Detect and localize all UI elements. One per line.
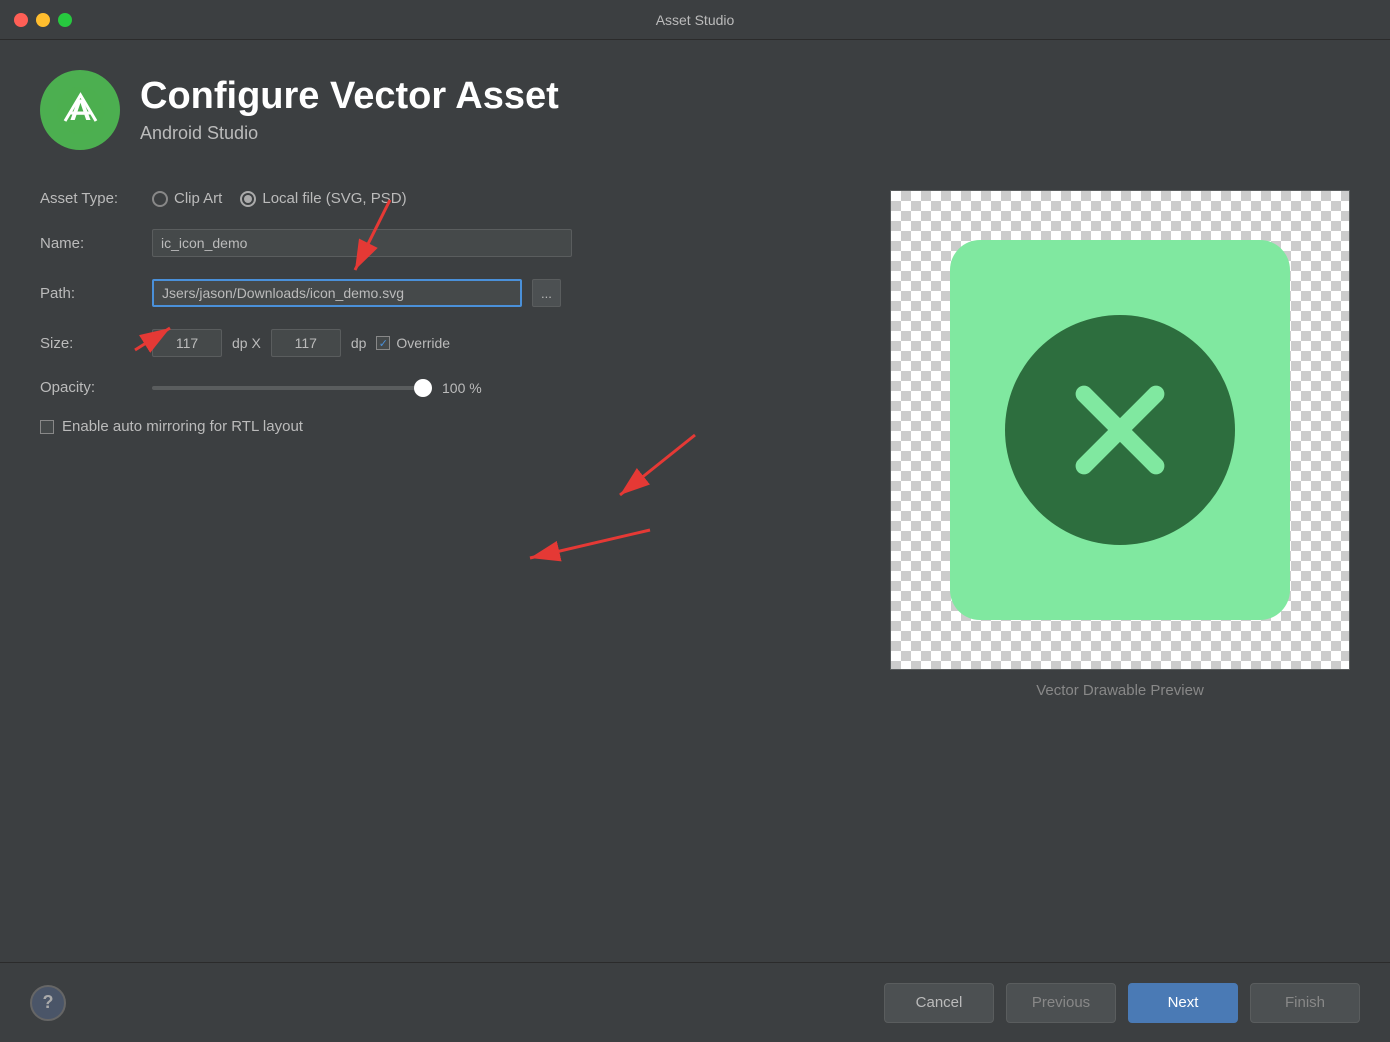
override-checkbox[interactable] [376, 336, 390, 350]
footer: ? Cancel Previous Next Finish [0, 962, 1390, 1042]
name-controls [152, 229, 850, 257]
preview-section: Vector Drawable Preview [890, 190, 1350, 699]
path-row: Path: ... [40, 279, 850, 307]
radio-local-file-circle [240, 191, 256, 207]
size-label: Size: [40, 335, 140, 352]
logo-icon: A [53, 83, 108, 138]
header-text: Configure Vector Asset Android Studio [140, 76, 559, 145]
preview-circle [1005, 315, 1235, 545]
finish-button[interactable]: Finish [1250, 983, 1360, 1023]
preview-inner [950, 240, 1290, 620]
preview-box [890, 190, 1350, 670]
cancel-button[interactable]: Cancel [884, 983, 994, 1023]
opacity-value: 100 % [442, 380, 482, 396]
opacity-controls: 100 % [152, 380, 850, 396]
asset-type-label: Asset Type: [40, 190, 140, 207]
form-and-preview: Asset Type: Clip Art Local file (SVG, PS… [40, 190, 1350, 699]
page-subtitle: Android Studio [140, 123, 559, 144]
page-title: Configure Vector Asset [140, 76, 559, 118]
close-button[interactable] [14, 13, 28, 27]
rtl-row: Enable auto mirroring for RTL layout [40, 418, 850, 435]
name-row: Name: [40, 229, 850, 257]
radio-local-file-label: Local file (SVG, PSD) [262, 190, 406, 207]
help-button[interactable]: ? [30, 985, 66, 1021]
opacity-row: Opacity: 100 % [40, 379, 850, 396]
minimize-button[interactable] [36, 13, 50, 27]
override-checkbox-container[interactable]: Override [376, 335, 450, 351]
path-input[interactable] [152, 279, 522, 307]
window-controls [14, 13, 72, 27]
window-title: Asset Studio [656, 12, 735, 28]
opacity-label: Opacity: [40, 379, 140, 396]
footer-left: ? [30, 985, 66, 1021]
dp-label-1: dp X [232, 335, 261, 351]
asset-type-controls: Clip Art Local file (SVG, PSD) [152, 190, 850, 207]
opacity-slider[interactable] [152, 386, 432, 390]
size-height-input[interactable] [271, 329, 341, 357]
android-studio-logo: A [40, 70, 120, 150]
previous-button[interactable]: Previous [1006, 983, 1116, 1023]
name-input[interactable] [152, 229, 572, 257]
rtl-label: Enable auto mirroring for RTL layout [62, 418, 303, 435]
radio-clip-art[interactable]: Clip Art [152, 190, 222, 207]
path-controls: ... [152, 279, 850, 307]
preview-label: Vector Drawable Preview [1036, 682, 1204, 699]
main-content: A Configure Vector Asset Android Studio … [0, 40, 1390, 962]
next-button[interactable]: Next [1128, 983, 1238, 1023]
name-label: Name: [40, 235, 140, 252]
path-label: Path: [40, 285, 140, 302]
size-controls: dp X dp Override [152, 329, 850, 357]
header: A Configure Vector Asset Android Studio [40, 70, 1350, 150]
override-label: Override [396, 335, 450, 351]
rtl-checkbox[interactable] [40, 420, 54, 434]
browse-button[interactable]: ... [532, 279, 561, 307]
footer-right: Cancel Previous Next Finish [884, 983, 1360, 1023]
radio-clip-art-label: Clip Art [174, 190, 222, 207]
form-section: Asset Type: Clip Art Local file (SVG, PS… [40, 190, 850, 435]
dp-label-2: dp [351, 335, 367, 351]
maximize-button[interactable] [58, 13, 72, 27]
x-icon [1060, 370, 1180, 490]
size-width-input[interactable] [152, 329, 222, 357]
radio-local-file[interactable]: Local file (SVG, PSD) [240, 190, 406, 207]
title-bar: Asset Studio [0, 0, 1390, 40]
asset-type-row: Asset Type: Clip Art Local file (SVG, PS… [40, 190, 850, 207]
radio-clip-art-circle [152, 191, 168, 207]
size-row: Size: dp X dp Override [40, 329, 850, 357]
